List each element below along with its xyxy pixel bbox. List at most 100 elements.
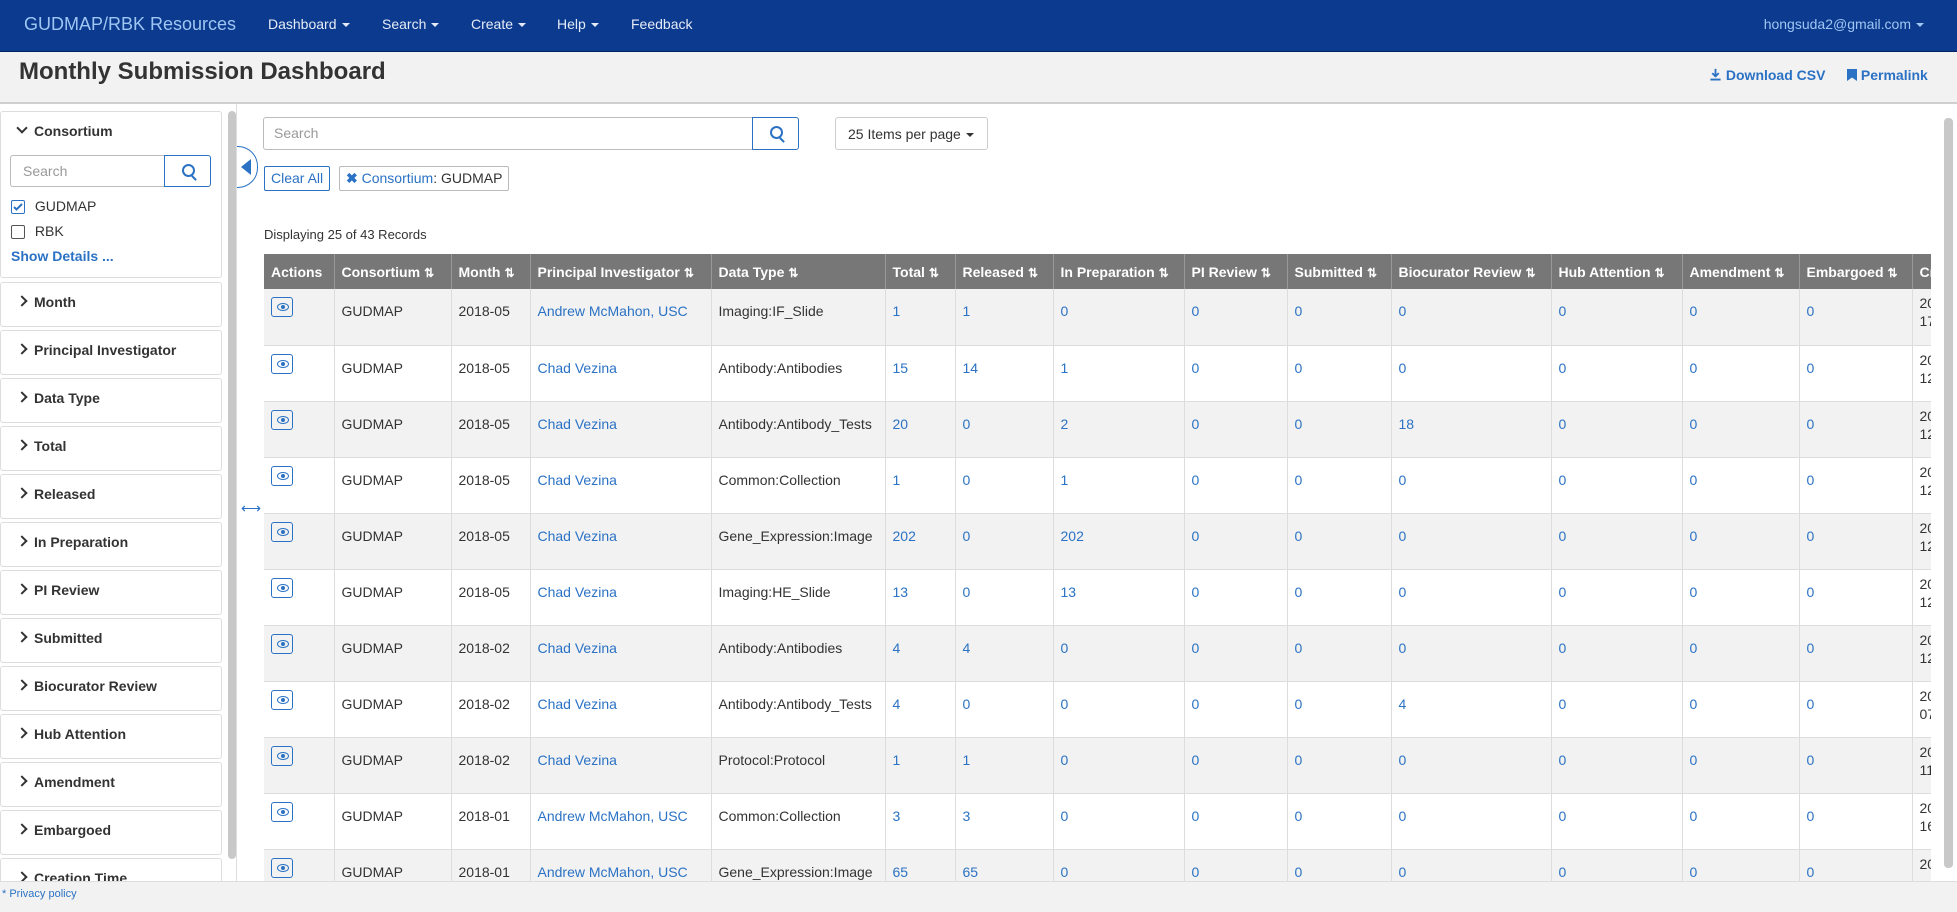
cell-link[interactable]: 20: [893, 416, 909, 432]
cell-link[interactable]: 1: [963, 752, 971, 768]
cell-link[interactable]: 0: [1061, 640, 1069, 656]
sort-icon[interactable]: ⇅: [1261, 266, 1271, 280]
view-record-button[interactable]: [271, 633, 293, 654]
cell-link[interactable]: 1: [963, 303, 971, 319]
cell-link[interactable]: 0: [1807, 528, 1815, 544]
cell-link[interactable]: Chad Vezina: [538, 696, 617, 712]
sort-icon[interactable]: ⇅: [1655, 266, 1665, 280]
main-scrollbar[interactable]: [1944, 118, 1953, 868]
cell-link[interactable]: 1: [893, 303, 901, 319]
facet-toggle[interactable]: Creation Time: [16, 870, 127, 881]
facet-search-input[interactable]: Search: [10, 155, 165, 187]
sort-icon[interactable]: ⇅: [424, 266, 434, 280]
cell-link[interactable]: 0: [1399, 584, 1407, 600]
sidebar-collapse-button[interactable]: [237, 146, 258, 188]
cell-link[interactable]: 65: [963, 864, 979, 880]
cell-link[interactable]: 0: [1192, 864, 1200, 880]
facet-biocurator-review[interactable]: Biocurator Review: [0, 666, 222, 711]
cell-link[interactable]: 0: [1399, 752, 1407, 768]
cell-link[interactable]: 0: [1559, 808, 1567, 824]
cell-link[interactable]: 0: [1807, 752, 1815, 768]
cell-link[interactable]: 0: [1295, 808, 1303, 824]
cell-link[interactable]: 0: [1807, 696, 1815, 712]
cell-link[interactable]: 0: [1399, 303, 1407, 319]
sort-icon[interactable]: ⇅: [1774, 266, 1784, 280]
nav-create-menu[interactable]: Create: [471, 16, 527, 32]
cell-link[interactable]: 0: [963, 416, 971, 432]
sort-icon[interactable]: ⇅: [1888, 266, 1898, 280]
cell-link[interactable]: 0: [1192, 472, 1200, 488]
sort-icon[interactable]: ⇅: [788, 266, 798, 280]
facet-released[interactable]: Released: [0, 474, 222, 519]
sort-icon[interactable]: ⇅: [504, 266, 514, 280]
facet-option-gudmap[interactable]: GUDMAP: [11, 198, 96, 218]
facet-toggle[interactable]: Submitted: [16, 630, 102, 646]
cell-link[interactable]: 0: [1690, 752, 1698, 768]
cell-link[interactable]: 0: [1399, 808, 1407, 824]
cell-link[interactable]: 0: [1807, 303, 1815, 319]
cell-link[interactable]: 4: [1399, 696, 1407, 712]
cell-link[interactable]: Andrew McMahon, USC: [538, 303, 688, 319]
cell-link[interactable]: 0: [1807, 416, 1815, 432]
checkbox-unchecked[interactable]: [11, 225, 25, 240]
cell-link[interactable]: 0: [1192, 416, 1200, 432]
cell-link[interactable]: 0: [1690, 416, 1698, 432]
cell-link[interactable]: 202: [1061, 528, 1084, 544]
cell-link[interactable]: 1: [1061, 360, 1069, 376]
cell-link[interactable]: 14: [963, 360, 979, 376]
sort-icon[interactable]: ⇅: [1159, 266, 1169, 280]
cell-link[interactable]: 0: [1690, 864, 1698, 880]
view-record-button[interactable]: [271, 745, 293, 766]
facet-month[interactable]: Month: [0, 282, 222, 327]
column-header[interactable]: Data Type ⇅: [711, 254, 886, 289]
cell-link[interactable]: Andrew McMahon, USC: [538, 808, 688, 824]
facet-toggle[interactable]: Released: [16, 486, 95, 502]
facet-toggle[interactable]: In Preparation: [16, 534, 128, 550]
cell-link[interactable]: 202: [893, 528, 916, 544]
cell-link[interactable]: 0: [1807, 808, 1815, 824]
cell-link[interactable]: 0: [1807, 584, 1815, 600]
main-search-input[interactable]: Search: [263, 117, 753, 150]
cell-link[interactable]: 0: [1690, 303, 1698, 319]
facet-search-button[interactable]: [164, 155, 211, 187]
cell-link[interactable]: Chad Vezina: [538, 752, 617, 768]
column-header[interactable]: Amendment ⇅: [1682, 254, 1800, 289]
cell-link[interactable]: Andrew McMahon, USC: [538, 864, 688, 880]
cell-link[interactable]: 0: [1690, 528, 1698, 544]
facet-toggle[interactable]: PI Review: [16, 582, 99, 598]
cell-link[interactable]: 0: [1061, 752, 1069, 768]
view-record-button[interactable]: [271, 857, 293, 878]
cell-link[interactable]: 0: [1690, 472, 1698, 488]
privacy-policy-link[interactable]: * Privacy policy: [2, 888, 77, 900]
cell-link[interactable]: 0: [1559, 640, 1567, 656]
cell-link[interactable]: 0: [1295, 416, 1303, 432]
column-header[interactable]: Month ⇅: [451, 254, 531, 289]
cell-link[interactable]: 0: [1061, 808, 1069, 824]
cell-link[interactable]: 0: [1807, 360, 1815, 376]
column-header[interactable]: Biocurator Review ⇅: [1391, 254, 1552, 289]
column-header[interactable]: Submitted ⇅: [1287, 254, 1392, 289]
sort-icon[interactable]: ⇅: [1367, 266, 1377, 280]
cell-link[interactable]: 0: [1559, 696, 1567, 712]
cell-link[interactable]: 65: [893, 864, 909, 880]
facet-principal-investigator[interactable]: Principal Investigator: [0, 330, 222, 375]
cell-link[interactable]: 0: [1295, 472, 1303, 488]
facet-toggle[interactable]: Amendment: [16, 774, 115, 790]
cell-link[interactable]: 0: [1690, 360, 1698, 376]
facet-in-preparation[interactable]: In Preparation: [0, 522, 222, 567]
cell-link[interactable]: 0: [963, 472, 971, 488]
sort-icon[interactable]: ⇅: [684, 266, 694, 280]
cell-link[interactable]: 0: [1061, 864, 1069, 880]
resize-handle-icon[interactable]: ⟷: [241, 500, 261, 517]
cell-link[interactable]: Chad Vezina: [538, 584, 617, 600]
cell-link[interactable]: 0: [1559, 864, 1567, 880]
facet-toggle[interactable]: Principal Investigator: [16, 342, 176, 358]
view-record-button[interactable]: [271, 577, 293, 598]
cell-link[interactable]: 0: [1807, 472, 1815, 488]
nav-search-menu[interactable]: Search: [382, 16, 440, 32]
cell-link[interactable]: Chad Vezina: [538, 528, 617, 544]
cell-link[interactable]: 18: [1399, 416, 1415, 432]
download-csv-button[interactable]: Download CSV: [1709, 67, 1825, 83]
cell-link[interactable]: 13: [1061, 584, 1077, 600]
cell-link[interactable]: 0: [1061, 303, 1069, 319]
